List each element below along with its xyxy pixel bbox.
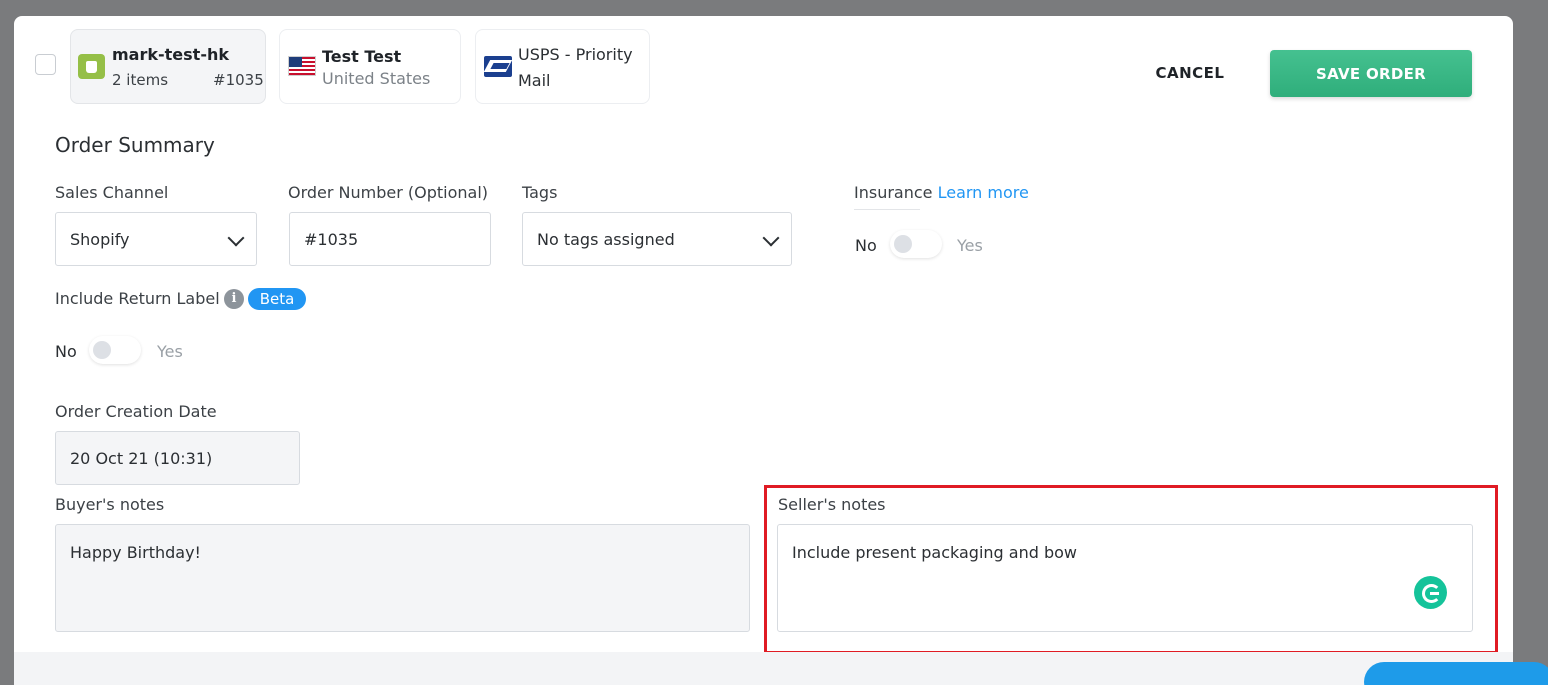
buyer-name: Test Test (322, 47, 402, 66)
buyer-notes-textarea: Happy Birthday! (55, 524, 750, 632)
order-number-input[interactable]: #1035 (289, 212, 491, 266)
tags-select[interactable]: No tags assigned (522, 212, 792, 266)
shipping-service-card: USPS - Priority Mail (475, 29, 650, 104)
grammarly-icon[interactable] (1414, 576, 1447, 609)
tags-label: Tags (522, 183, 558, 202)
toggle-knob (93, 341, 111, 359)
insurance-learn-more-link[interactable]: Learn more (938, 183, 1029, 202)
seller-notes-label: Seller's notes (778, 495, 886, 514)
order-number-label: Order Number (Optional) (288, 183, 489, 202)
store-card: mark-test-hk 2 items #1035 (70, 29, 266, 104)
insurance-toggle[interactable] (890, 230, 942, 258)
modal-footer (14, 652, 1513, 685)
creation-date-value: 20 Oct 21 (10:31) (70, 448, 213, 468)
buyer-notes-value: Happy Birthday! (70, 543, 201, 562)
edit-order-modal: mark-test-hk 2 items #1035 Test Test Uni… (14, 16, 1513, 685)
order-number-badge: #1035 (213, 71, 264, 89)
buyer-notes-label: Buyer's notes (55, 495, 165, 514)
shipping-service-type: Mail (518, 71, 551, 90)
return-label-toggle[interactable] (89, 336, 141, 364)
info-icon[interactable]: i (224, 289, 244, 309)
insurance-label: Insurance (854, 183, 933, 202)
creation-date-label: Order Creation Date (55, 402, 217, 421)
save-order-button[interactable]: SAVE ORDER (1270, 50, 1472, 97)
shipping-service-name: USPS - Priority (518, 45, 633, 64)
insurance-divider (854, 209, 920, 210)
us-flag-icon (288, 56, 316, 76)
buyer-card: Test Test United States (279, 29, 461, 104)
section-title: Order Summary (55, 133, 215, 157)
buyer-country: United States (322, 69, 431, 88)
usps-icon (484, 56, 512, 77)
insurance-label-row: Insurance Learn more (854, 183, 1029, 202)
return-yes-label: Yes (157, 342, 183, 361)
store-name: mark-test-hk (112, 45, 229, 64)
chevron-down-icon (762, 229, 780, 247)
order-number-value: #1035 (304, 229, 359, 249)
sales-channel-value: Shopify (70, 229, 130, 249)
cancel-button[interactable]: CANCEL (1138, 62, 1242, 84)
item-count: 2 items (112, 71, 169, 89)
return-no-label: No (55, 342, 77, 361)
creation-date-field: 20 Oct 21 (10:31) (55, 431, 300, 485)
sales-channel-label: Sales Channel (55, 183, 169, 202)
return-label-label: Include Return Label (55, 289, 220, 308)
order-select-checkbox[interactable] (35, 54, 56, 75)
footer-action-button[interactable] (1364, 662, 1548, 685)
insurance-yes-label: Yes (957, 236, 983, 255)
sales-channel-select[interactable]: Shopify (55, 212, 257, 266)
beta-badge: Beta (248, 288, 306, 310)
toggle-knob (894, 235, 912, 253)
seller-notes-textarea[interactable]: Include present packaging and bow (777, 524, 1473, 632)
chevron-down-icon (227, 229, 245, 247)
shopify-icon (78, 54, 105, 79)
insurance-no-label: No (855, 236, 877, 255)
seller-notes-value: Include present packaging and bow (792, 543, 1077, 562)
tags-value: No tags assigned (537, 229, 675, 249)
